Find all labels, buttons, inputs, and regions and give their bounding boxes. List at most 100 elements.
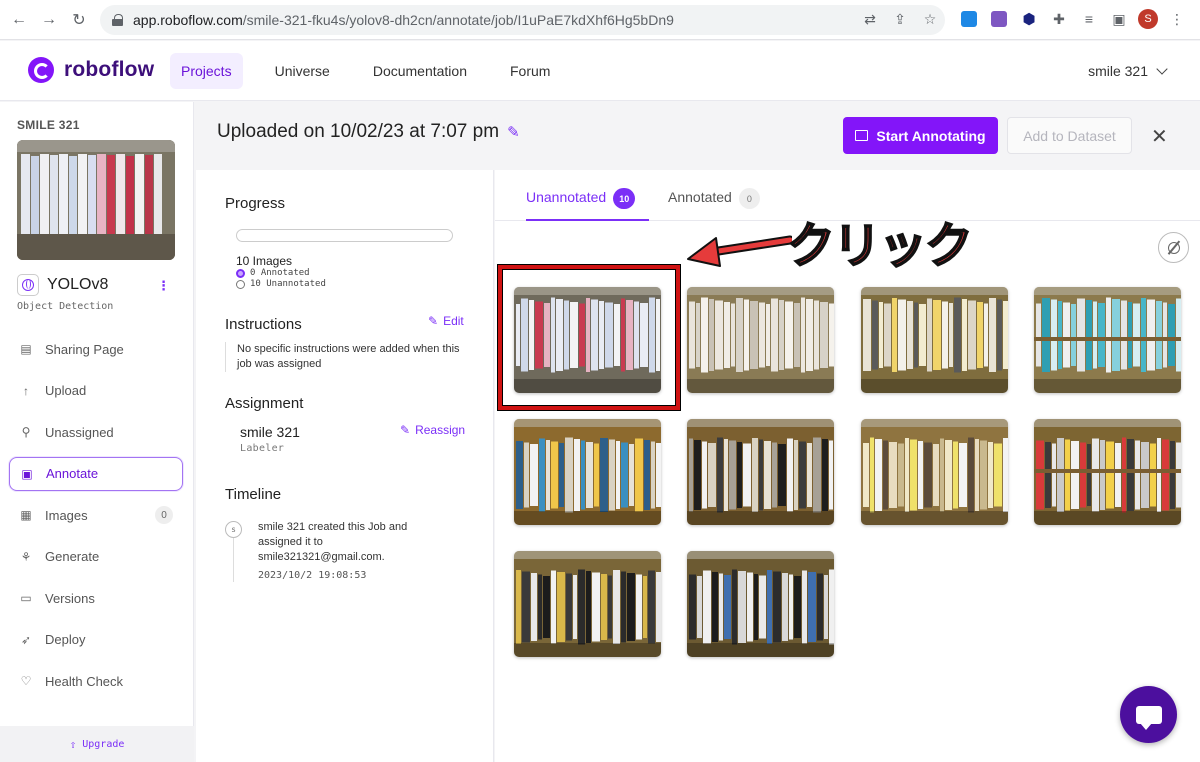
sidebar-item-unassigned[interactable]: ⚲ Unassigned: [9, 415, 183, 449]
upgrade-label: Upgrade: [82, 738, 125, 750]
project-thumbnail[interactable]: [17, 140, 175, 260]
tab-unannotated[interactable]: Unannotated 10: [526, 188, 649, 221]
translate-icon[interactable]: ⇄: [860, 9, 880, 29]
shelf-image: [514, 551, 661, 657]
start-annotating-label: Start Annotating: [876, 127, 986, 144]
edit-icon: ✎: [428, 314, 439, 328]
browser-toolbar: ← → ↻ app.roboflow.com/smile-321-fku4s/y…: [0, 0, 1200, 40]
sidebar-item-label: Versions: [45, 590, 95, 606]
assignee-role: Labeler: [240, 443, 285, 454]
sidebar-item-deploy[interactable]: ➶ Deploy: [9, 623, 183, 657]
sidebar-item-sharing-page[interactable]: ▤ Sharing Page: [9, 332, 183, 366]
progress-bar: [236, 229, 453, 242]
images-count: 10 Images: [236, 254, 293, 268]
image-thumbnail[interactable]: [1034, 419, 1181, 525]
timeline-heading: Timeline: [225, 486, 282, 503]
reading-list-icon[interactable]: ≡: [1078, 8, 1100, 30]
versions-icon: ▭: [20, 591, 32, 605]
model-row[interactable]: YOLOv8 ⋮: [17, 274, 177, 296]
sidebar-item-upload[interactable]: ↑ Upload: [9, 374, 183, 408]
chevron-down-icon: [1156, 62, 1168, 75]
sidebar-item-generate[interactable]: ⚘ Generate: [9, 540, 183, 574]
extension-hex-icon[interactable]: ⬢: [1018, 8, 1040, 30]
image-thumbnail[interactable]: [687, 419, 834, 525]
reload-icon[interactable]: ↻: [66, 7, 92, 33]
shelf-image: [687, 287, 834, 393]
callout-arrow: [687, 235, 792, 267]
search-icon: ⚲: [21, 425, 31, 439]
edit-icon[interactable]: ✎: [507, 123, 520, 141]
profile-avatar[interactable]: S: [1138, 9, 1158, 29]
chat-button[interactable]: [1120, 686, 1177, 743]
more-options-icon[interactable]: ⋮: [157, 278, 170, 294]
main-nav: Projects Universe Documentation Forum: [170, 53, 582, 89]
annotate-icon: ▣: [21, 466, 33, 481]
puzzle-icon[interactable]: ✚: [1048, 8, 1070, 30]
image-thumbnail[interactable]: [861, 287, 1008, 393]
image-thumbnail[interactable]: [1034, 287, 1181, 393]
images-count-badge: 0: [155, 506, 173, 524]
roboflow-logo[interactable]: roboflow: [28, 57, 154, 83]
user-menu[interactable]: smile 321: [1088, 62, 1168, 79]
side-panel-icon[interactable]: ▣: [1108, 8, 1130, 30]
nav-projects[interactable]: Projects: [170, 53, 243, 89]
share-icon[interactable]: ⇪: [890, 9, 910, 29]
nav-universe[interactable]: Universe: [264, 53, 341, 89]
reassign-link[interactable]: ✎ Reassign: [400, 423, 465, 437]
timeline-text: smile 321 created this Job and assigned …: [258, 521, 408, 563]
address-bar[interactable]: app.roboflow.com/smile-321-fku4s/yolov8-…: [100, 5, 945, 35]
sidebar-item-images[interactable]: ▦ Images 0: [9, 498, 183, 532]
url-path: /smile-321-fku4s/yolov8-dh2cn/annotate/j…: [242, 12, 674, 28]
shelf-image: [1034, 287, 1181, 393]
sidebar-item-health-check[interactable]: ♡ Health Check: [9, 664, 183, 698]
shelf-image: [514, 419, 661, 525]
shelf-image: [861, 419, 1008, 525]
edit-instructions-link[interactable]: ✎ Edit: [428, 314, 464, 328]
sidebar-item-label: Health Check: [45, 673, 124, 689]
image-thumbnail[interactable]: [514, 419, 661, 525]
rocket-icon: ➶: [20, 632, 32, 647]
sidebar-item-label: Upload: [45, 383, 87, 398]
forward-icon[interactable]: →: [36, 7, 62, 33]
job-title-text: Uploaded on 10/02/23 at 7:07 pm: [217, 121, 500, 142]
sidebar-item-label: Annotate: [46, 466, 99, 481]
image-thumbnail[interactable]: [861, 419, 1008, 525]
extension-icon[interactable]: [958, 8, 980, 30]
assignee-name: smile 321: [240, 424, 300, 440]
add-to-dataset-button[interactable]: Add to Dataset: [1007, 117, 1132, 154]
instructions-text: No specific instructions were added when…: [225, 342, 463, 372]
tab-annotated[interactable]: Annotated 0: [668, 188, 760, 221]
lock-icon: [112, 14, 123, 26]
menu-icon[interactable]: ⋮: [1166, 8, 1188, 30]
image-thumbnail[interactable]: [687, 551, 834, 657]
model-name: YOLOv8: [47, 276, 109, 293]
star-icon[interactable]: ☆: [920, 9, 940, 29]
progress-heading: Progress: [225, 195, 286, 212]
image-thumbnail[interactable]: [514, 551, 661, 657]
image-thumbnail[interactable]: [514, 287, 661, 393]
nav-forum[interactable]: Forum: [499, 53, 561, 89]
assignment-heading: Assignment: [225, 395, 304, 412]
nav-documentation[interactable]: Documentation: [362, 53, 478, 89]
reassign-label: Reassign: [415, 423, 466, 437]
close-icon[interactable]: ✕: [1151, 124, 1168, 149]
url-host: app.roboflow.com: [133, 12, 243, 28]
back-icon[interactable]: ←: [6, 7, 32, 33]
sidebar-nav: ▤ Sharing Page ↑ Upload ⚲ Unassigned ▣ A…: [9, 332, 183, 706]
image-thumbnail[interactable]: [687, 287, 834, 393]
extension-icon[interactable]: [988, 8, 1010, 30]
sidebar-item-label: Images: [45, 507, 88, 523]
document-icon: ▤: [20, 342, 32, 356]
hide-annotations-toggle[interactable]: [1158, 232, 1189, 263]
start-annotating-button[interactable]: Start Annotating: [843, 117, 998, 154]
sidebar-item-versions[interactable]: ▭ Versions: [9, 581, 183, 615]
click-callout: クリック: [786, 217, 974, 275]
sidebar-item-annotate[interactable]: ▣ Annotate: [9, 456, 183, 491]
timeline-time: 2023/10/2 19:08:53: [258, 570, 367, 581]
images-icon: ▦: [20, 508, 32, 522]
tab-count-badge: 0: [738, 188, 760, 209]
tab-label: Unannotated: [526, 189, 607, 205]
upgrade-button[interactable]: ⇧ Upgrade: [0, 726, 194, 762]
annotate-icon: [855, 130, 869, 141]
tab-label: Annotated: [668, 189, 732, 205]
